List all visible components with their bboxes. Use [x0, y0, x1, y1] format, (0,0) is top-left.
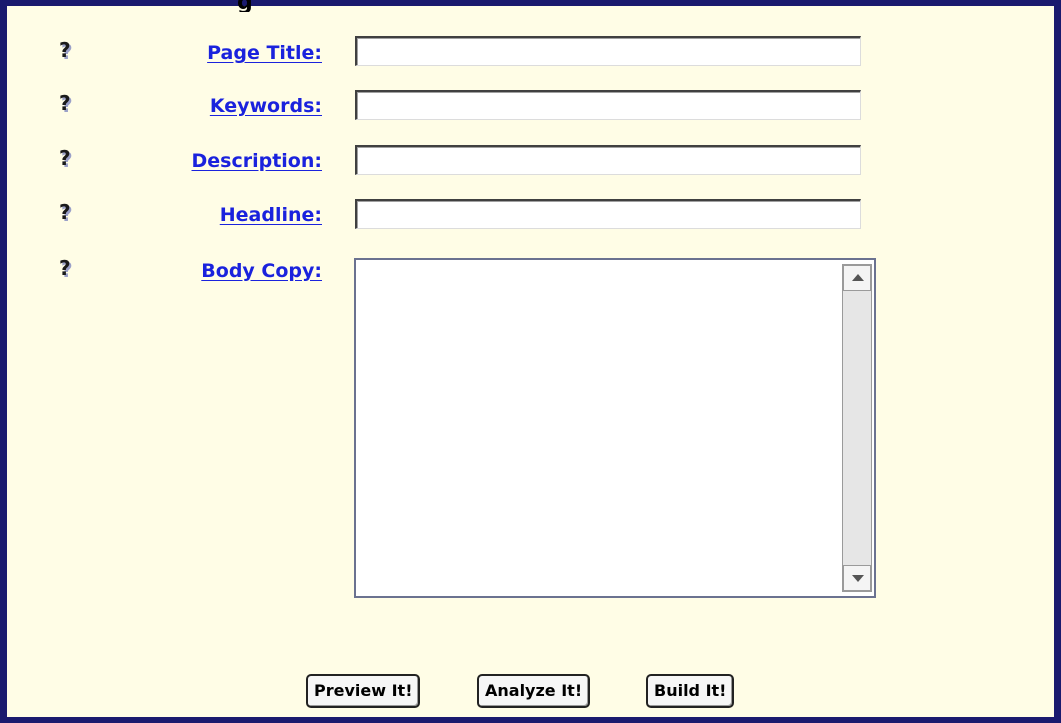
help-icon[interactable]: ? — [59, 200, 83, 224]
build-button[interactable]: Build It! — [646, 674, 735, 708]
scroll-up-button[interactable] — [843, 265, 871, 291]
body-copy-label-link[interactable]: Body Copy: — [201, 260, 322, 282]
scroll-down-button[interactable] — [843, 565, 871, 591]
body-copy-textarea-container — [354, 258, 876, 598]
help-icon[interactable]: ? — [59, 256, 83, 280]
arrow-up-icon — [852, 274, 864, 281]
headline-label-link[interactable]: Headline: — [220, 204, 322, 226]
help-icon[interactable]: ? — [59, 146, 83, 170]
preview-button[interactable]: Preview It! — [306, 674, 421, 708]
description-input[interactable] — [355, 145, 861, 175]
vertical-scrollbar[interactable] — [842, 264, 872, 592]
keywords-input[interactable] — [355, 90, 861, 120]
page-title-label-link[interactable]: Page Title: — [207, 42, 322, 64]
headline-input[interactable] — [355, 199, 861, 229]
description-label-link[interactable]: Description: — [192, 150, 323, 172]
form-panel: g ? Page Title: ? Keywords: ? Descriptio… — [0, 0, 1061, 723]
analyze-button[interactable]: Analyze It! — [477, 674, 591, 708]
help-icon[interactable]: ? — [59, 38, 83, 62]
help-icon[interactable]: ? — [59, 91, 83, 115]
body-copy-textarea[interactable] — [356, 260, 840, 596]
clipped-header-fragment: g — [237, 0, 253, 12]
page-title-input[interactable] — [355, 36, 861, 66]
keywords-label-link[interactable]: Keywords: — [210, 95, 322, 117]
clipped-header-text: g — [237, 0, 357, 12]
arrow-down-icon — [852, 575, 864, 582]
